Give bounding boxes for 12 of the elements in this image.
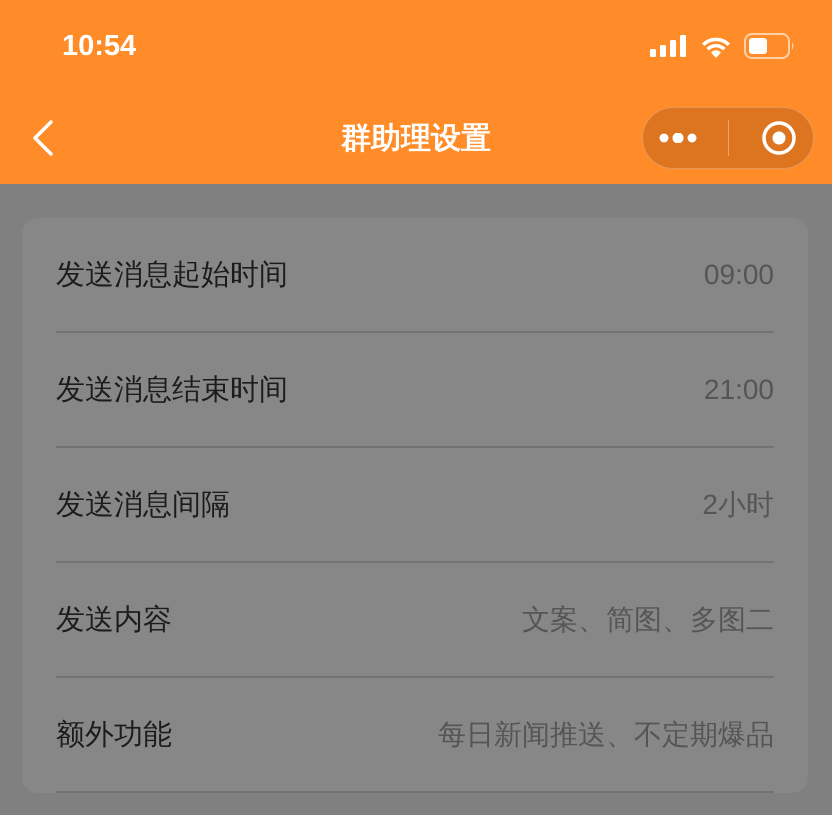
page-title: 群助理设置 (341, 120, 491, 158)
signal-icon (650, 35, 688, 57)
more-icon[interactable] (658, 133, 697, 143)
close-icon[interactable] (761, 120, 798, 156)
setting-label: 发送内容 (56, 600, 172, 638)
status-time: 10:54 (62, 30, 136, 62)
setting-label: 发送消息间隔 (56, 486, 230, 522)
battery-icon (744, 33, 796, 59)
setting-label: 发送消息起始时间 (56, 256, 288, 292)
setting-label: 额外功能 (56, 716, 172, 752)
setting-label: 发送消息结束时间 (56, 370, 288, 408)
back-icon[interactable] (32, 120, 54, 156)
